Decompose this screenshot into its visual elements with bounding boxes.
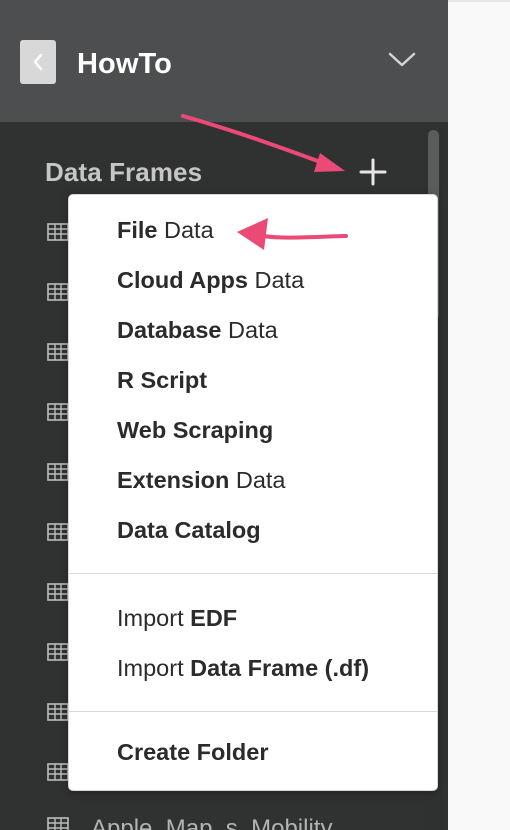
menu-item-file-data-rest: Data (157, 217, 214, 243)
project-title: HowTo (77, 48, 172, 80)
table-icon (47, 283, 69, 301)
menu-item-data-catalog[interactable]: Data Catalog (117, 514, 261, 546)
add-data-frame-menu: File Data Cloud Apps Data Database Data … (68, 194, 438, 791)
table-icon (47, 763, 69, 781)
back-button[interactable] (20, 40, 56, 84)
menu-item-r-script[interactable]: R Script (117, 364, 207, 396)
menu-item-create-folder[interactable]: Create Folder (117, 736, 269, 768)
menu-item-import-data-frame[interactable]: Import Data Frame (.df) (117, 652, 369, 684)
menu-item-create-folder-bold: Create Folder (117, 739, 269, 765)
table-icon (47, 343, 69, 361)
menu-item-import-data-frame-prefix: Import (117, 655, 191, 681)
menu-item-cloud-apps-data[interactable]: Cloud Apps Data (117, 264, 304, 296)
menu-item-import-edf-bold: EDF (190, 605, 238, 631)
menu-item-r-script-bold: R Script (117, 367, 208, 393)
menu-item-file-data-bold: File (117, 217, 158, 243)
plus-icon (359, 158, 387, 186)
table-icon (47, 817, 69, 830)
menu-item-cloud-apps-data-rest: Data (247, 267, 305, 293)
menu-item-import-edf[interactable]: Import EDF (117, 602, 237, 634)
table-icon (47, 523, 69, 541)
table-icon (47, 703, 69, 721)
menu-item-web-scraping[interactable]: Web Scraping (117, 414, 273, 446)
menu-item-extension-data-bold: Extension (117, 467, 230, 493)
data-frame-label: Apple_Map_s_Mobility (91, 815, 333, 830)
menu-item-extension-data-rest: Data (229, 467, 286, 493)
data-frames-section-title: Data Frames (45, 157, 203, 187)
chevron-down-icon (388, 52, 416, 67)
app-window: HowTo Data Frames Apple_Map_s_Mobility F… (0, 0, 510, 830)
table-icon (47, 223, 69, 241)
menu-item-database-data-bold: Database (117, 317, 222, 343)
add-data-frame-button[interactable] (355, 154, 391, 190)
table-icon (47, 463, 69, 481)
menu-divider (69, 573, 437, 574)
main-content-area (448, 0, 510, 830)
chevron-left-icon (33, 53, 43, 71)
menu-item-web-scraping-bold: Web Scraping (117, 417, 274, 443)
menu-item-data-catalog-bold: Data Catalog (117, 517, 261, 543)
menu-item-file-data[interactable]: File Data (117, 214, 214, 246)
table-icon (47, 643, 69, 661)
menu-divider (69, 711, 437, 712)
menu-item-import-edf-prefix: Import (117, 605, 191, 631)
table-icon (47, 403, 69, 421)
project-dropdown-button[interactable] (388, 48, 416, 70)
menu-item-import-data-frame-bold: Data Frame (.df) (190, 655, 370, 681)
table-icon (47, 583, 69, 601)
menu-item-extension-data[interactable]: Extension Data (117, 464, 285, 496)
data-frame-list-item[interactable]: Apple_Map_s_Mobility (47, 814, 367, 830)
menu-item-database-data[interactable]: Database Data (117, 314, 278, 346)
menu-item-cloud-apps-data-bold: Cloud Apps (117, 267, 248, 293)
project-header: HowTo (0, 0, 448, 122)
menu-item-database-data-rest: Data (221, 317, 278, 343)
